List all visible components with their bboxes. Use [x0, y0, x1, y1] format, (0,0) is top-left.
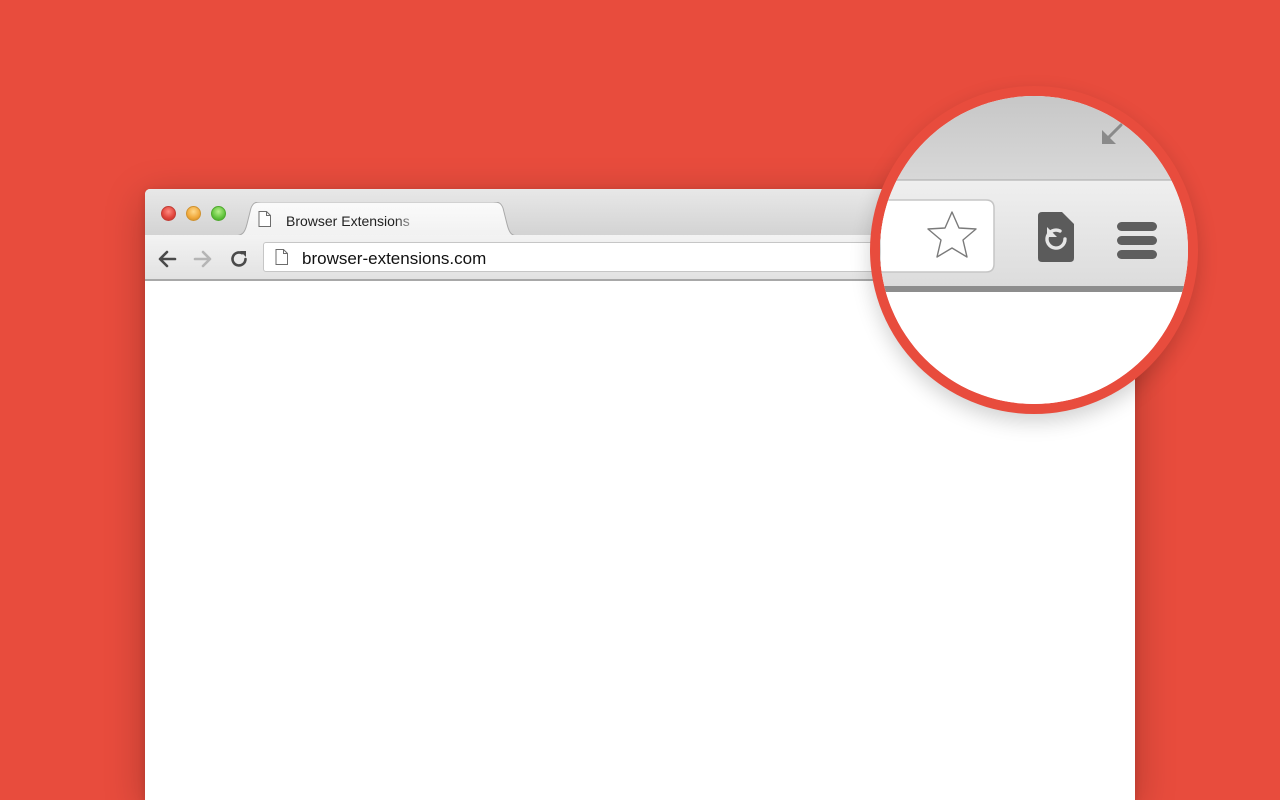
page-icon [275, 249, 288, 265]
minimize-window-button[interactable] [186, 206, 201, 221]
close-window-button[interactable] [161, 206, 176, 221]
url-text[interactable]: browser-extensions.com [302, 249, 486, 269]
back-button[interactable] [155, 247, 179, 271]
arrow-right-icon [193, 250, 212, 268]
tab-title: Browser Extensions [286, 213, 410, 229]
magnifier-view [880, 96, 1188, 404]
page-icon [258, 211, 271, 227]
arrow-left-icon [158, 250, 177, 268]
maximize-window-button[interactable] [211, 206, 226, 221]
extension-reload-icon[interactable] [1038, 212, 1074, 262]
reload-button[interactable] [227, 247, 251, 271]
magnifier-lens [870, 86, 1198, 414]
forward-button[interactable] [191, 247, 215, 271]
magnified-page-content [880, 292, 1188, 404]
reload-icon [231, 251, 247, 267]
menu-icon[interactable] [1117, 222, 1157, 259]
magnified-toolbar-border [880, 286, 1188, 292]
magnified-toolbar [880, 96, 1188, 404]
magnified-titlebar [880, 96, 1188, 180]
